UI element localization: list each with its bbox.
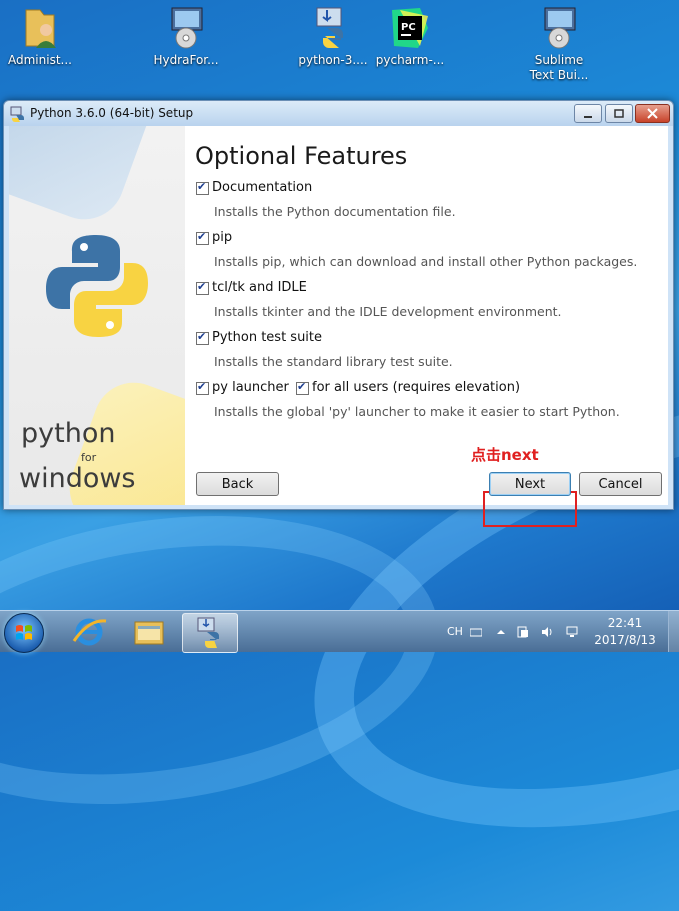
desktop-icon-label: python-3....	[298, 53, 368, 67]
close-button[interactable]	[635, 104, 670, 123]
next-button[interactable]: Next	[489, 472, 571, 496]
desktop-icon-administrator[interactable]: Administ...	[0, 6, 80, 68]
setup-content: python for windows Optional Features Doc…	[9, 126, 668, 527]
minimize-icon	[584, 116, 592, 118]
taskbar: CH 22:41 2017/8/13	[0, 610, 679, 653]
tcltk-idle-label[interactable]: tcl/tk and IDLE	[212, 280, 307, 295]
language-indicator[interactable]: CH	[447, 625, 463, 638]
tcltk-idle-checkbox[interactable]	[196, 280, 209, 295]
documentation-label[interactable]: Documentation	[212, 180, 312, 195]
desktop-icon-sublime[interactable]: Sublime Text Bui...	[519, 6, 599, 83]
desktop-icon-python-installer[interactable]: python-3....	[293, 6, 373, 68]
desktop-icon-label: pycharm-...	[375, 53, 445, 67]
close-icon	[647, 108, 658, 119]
brand-windows: windows	[19, 463, 136, 494]
py-launcher-description: Installs the global 'py' launcher to mak…	[214, 404, 620, 419]
installer-sidebar: python for windows	[9, 126, 185, 505]
show-hidden-icons-icon[interactable]	[495, 626, 507, 638]
internet-explorer-icon	[72, 618, 107, 646]
test-suite-checkbox[interactable]	[196, 330, 209, 345]
back-button[interactable]: Back	[196, 472, 279, 496]
maximize-icon	[614, 109, 624, 118]
clock-date: 2017/8/13	[594, 633, 656, 647]
taskbar-ie[interactable]	[62, 613, 116, 651]
start-button[interactable]	[4, 613, 44, 653]
window-title: Python 3.6.0 (64-bit) Setup	[30, 106, 194, 120]
python-logo-icon	[46, 235, 148, 337]
for-all-users-label[interactable]: for all users (requires elevation)	[312, 380, 520, 395]
desktop-icon-pycharm[interactable]: PC pycharm-...	[370, 6, 450, 68]
python-setup-icon	[10, 106, 24, 122]
python-installer-icon	[197, 617, 219, 648]
network-icon[interactable]	[566, 626, 578, 638]
pip-checkbox[interactable]	[196, 230, 209, 245]
folder-icon	[134, 621, 164, 645]
show-desktop-button[interactable]	[668, 611, 679, 652]
desktop-icon-label: Administ...	[8, 53, 72, 67]
desktop-icon-label: Sublime	[534, 53, 584, 67]
python-installer-icon	[313, 6, 353, 50]
desktop-icon-label: HydraFor...	[153, 53, 219, 67]
maximize-button[interactable]	[605, 104, 633, 123]
windows-logo-icon	[16, 625, 32, 640]
desktop-icon-label: Text Bui...	[529, 68, 589, 82]
py-launcher-checkbox[interactable]	[196, 380, 209, 395]
brand-python: python	[21, 418, 116, 449]
svg-text:PC: PC	[401, 22, 416, 33]
annotation-text: 点击next	[471, 446, 539, 464]
taskbar-python-setup[interactable]	[182, 613, 238, 653]
installer-disc-icon	[166, 6, 206, 50]
py-launcher-label[interactable]: py launcher	[212, 380, 289, 395]
documentation-checkbox[interactable]	[196, 180, 209, 195]
action-center-icon[interactable]	[517, 626, 529, 638]
documentation-description: Installs the Python documentation file.	[214, 204, 456, 219]
title-bar[interactable]: Python 3.6.0 (64-bit) Setup	[4, 101, 673, 126]
user-folder-icon	[20, 6, 60, 50]
setup-window: Python 3.6.0 (64-bit) Setup python for w…	[3, 100, 674, 527]
annotation-highlight-box	[483, 491, 577, 527]
tcltk-idle-description: Installs tkinter and the IDLE developmen…	[214, 304, 562, 319]
volume-icon[interactable]	[541, 626, 553, 638]
page-title: Optional Features	[195, 142, 408, 170]
keyboard-icon[interactable]	[470, 626, 482, 638]
pip-label[interactable]: pip	[212, 230, 232, 245]
taskbar-explorer[interactable]	[122, 613, 176, 651]
taskbar-clock[interactable]: 22:41 2017/8/13	[590, 615, 660, 649]
decorative-shape	[9, 126, 160, 231]
test-suite-description: Installs the standard library test suite…	[214, 354, 453, 369]
desktop-icon-hydra[interactable]: HydraFor...	[146, 6, 226, 68]
installer-disc-icon	[539, 6, 579, 50]
minimize-button[interactable]	[574, 104, 602, 123]
pip-description: Installs pip, which can download and ins…	[214, 254, 638, 269]
cancel-button[interactable]: Cancel	[579, 472, 662, 496]
pycharm-icon: PC	[390, 6, 430, 50]
clock-time: 22:41	[607, 616, 643, 630]
for-all-users-checkbox[interactable]	[296, 380, 309, 395]
test-suite-label[interactable]: Python test suite	[212, 330, 322, 345]
